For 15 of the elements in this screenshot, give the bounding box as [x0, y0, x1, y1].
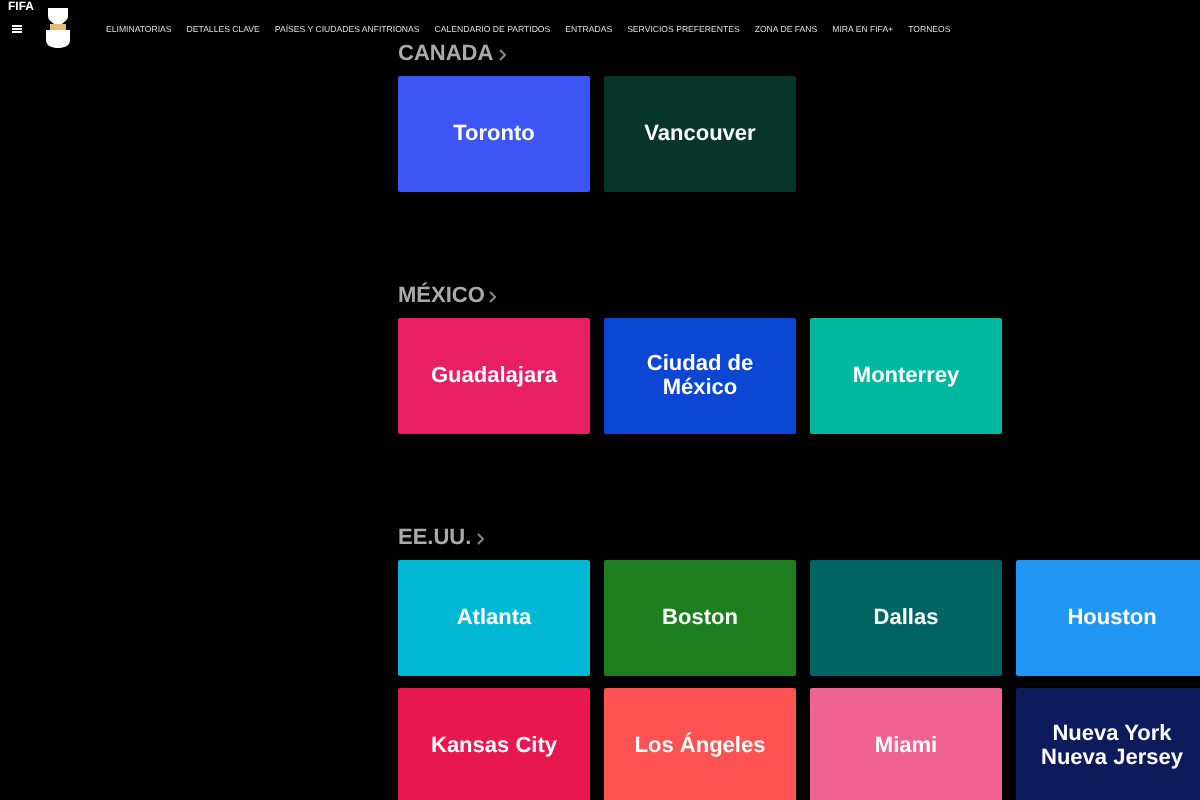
trophy-logo-icon[interactable] [42, 6, 74, 50]
menu-icon[interactable] [10, 21, 24, 35]
city-card[interactable]: Vancouver [604, 76, 796, 192]
city-card[interactable]: Ciudad de México [604, 318, 796, 434]
country-heading[interactable]: EE.UU. [398, 526, 486, 550]
city-card[interactable]: Nueva York Nueva Jersey [1016, 688, 1200, 800]
city-card[interactable]: Kansas City [398, 688, 590, 800]
city-card[interactable]: Dallas [810, 560, 1002, 676]
chevron-icon [488, 289, 499, 303]
city-card[interactable]: Boston [604, 560, 796, 676]
chevron-icon [475, 531, 486, 545]
city-card[interactable]: Toronto [398, 76, 590, 192]
city-card[interactable]: Guadalajara [398, 318, 590, 434]
chevron-icon [497, 47, 508, 61]
country-title: EE.UU. [398, 526, 472, 550]
